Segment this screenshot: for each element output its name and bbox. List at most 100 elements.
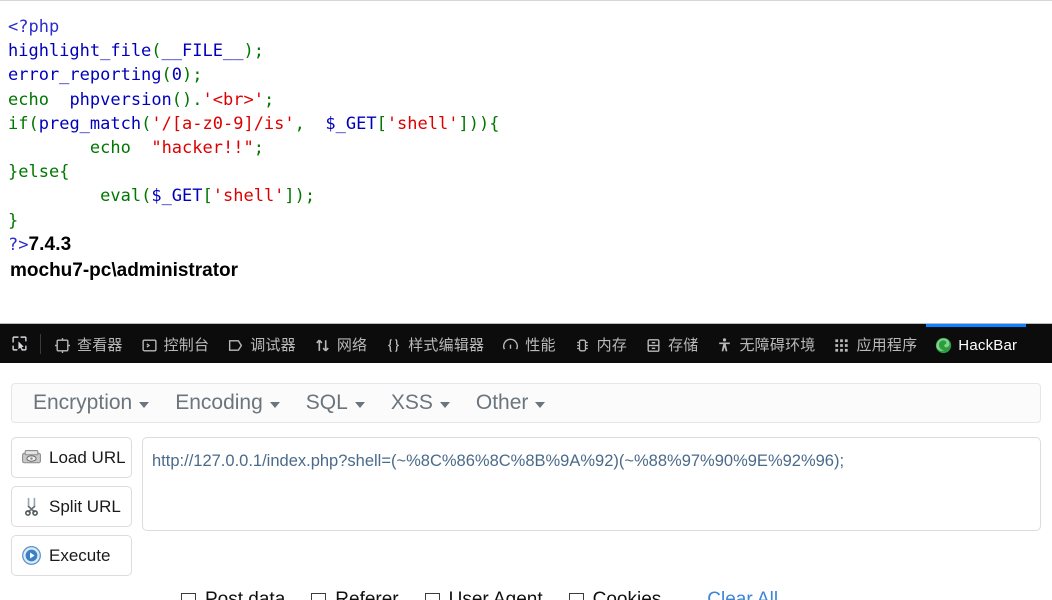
code-token: ; (192, 65, 203, 86)
chevron-down-icon (139, 401, 150, 408)
code-token: error_reporting (8, 65, 162, 86)
browser-window: <?php highlight_file(__FILE__); error_repo… (0, 0, 1052, 600)
code-token: { (59, 162, 70, 183)
menu-xss[interactable]: XSS (378, 387, 463, 419)
hackbar-menubar: Encryption Encoding SQL XSS Other (11, 383, 1041, 423)
code-token: ) (182, 65, 193, 86)
code-token: "hacker!!" (151, 137, 254, 158)
php-version-value: 7.4.3 (28, 233, 72, 255)
tab-network[interactable]: 网络 (305, 324, 376, 363)
code-token: highlight_file (8, 41, 152, 62)
split-url-button[interactable]: Split URL (11, 486, 132, 527)
php-version-line: ?>7.4.3 (8, 233, 1052, 257)
code-token: ; (253, 41, 264, 62)
menu-other[interactable]: Other (463, 387, 559, 419)
load-url-button[interactable]: Load URL (11, 437, 132, 478)
hackbar-body: Load URL Split URL Execute http://127.0.… (11, 437, 1041, 576)
code-token: '/[a-z0-9]/is' (151, 113, 295, 134)
code-line-1: <?php (8, 15, 1052, 39)
tab-performance[interactable]: 性能 (493, 324, 564, 363)
code-token: { (489, 113, 500, 134)
code-line-7: }else{ (8, 160, 1052, 184)
code-token: ; (253, 137, 264, 158)
code-token: $_GET (151, 186, 203, 207)
code-token: ] (284, 186, 295, 207)
code-token: ; (263, 89, 275, 110)
url-input[interactable]: http://127.0.0.1/index.php?shell=(~%8C%8… (142, 437, 1041, 531)
code-line-2: highlight_file(__FILE__); (8, 39, 1052, 63)
code-token: '<br>' (202, 89, 264, 110)
tab-label: 性能 (525, 336, 556, 354)
code-token: $_GET (325, 113, 377, 134)
code-token: 0 (171, 65, 183, 86)
button-label: Execute (49, 545, 111, 565)
chevron-down-icon (535, 401, 546, 408)
menu-sql[interactable]: SQL (293, 387, 378, 419)
checkbox-label: Post data (205, 589, 286, 600)
checkbox-referer[interactable]: Referer (311, 589, 399, 600)
button-label: Split URL (49, 496, 121, 516)
hackbar-firefox-icon (936, 337, 952, 353)
checkbox-post-data[interactable]: Post data (181, 589, 285, 600)
chevron-down-icon (269, 401, 280, 408)
toolbar-divider (40, 333, 41, 354)
code-token: . (192, 89, 203, 110)
php-close-tag: ?> (8, 234, 29, 255)
tab-console[interactable]: 控制台 (132, 324, 219, 363)
tab-label: 样式编辑器 (408, 336, 485, 354)
menu-encryption[interactable]: Encryption (20, 387, 162, 419)
code-token: ( (161, 65, 172, 86)
clear-all-link[interactable]: Clear All (707, 589, 778, 600)
button-label: Load URL (49, 447, 126, 467)
tab-application[interactable]: 应用程序 (824, 324, 926, 363)
tab-inspector[interactable]: 查看器 (45, 324, 132, 363)
tab-label: 存储 (668, 336, 699, 354)
checkbox-box[interactable] (311, 592, 327, 600)
code-token: echo (89, 137, 131, 158)
code-token: 'shell' (212, 186, 285, 207)
split-url-scissors-icon (25, 497, 38, 516)
checkbox-box[interactable] (568, 592, 584, 600)
code-token: ) (243, 41, 254, 62)
code-line-4: echo phpversion().'<br>'; (8, 88, 1052, 112)
hackbar-panel: Encryption Encoding SQL XSS Other Load U… (0, 363, 1052, 600)
tab-accessibility[interactable]: 无障碍环境 (707, 324, 824, 363)
tab-label: 内存 (596, 336, 628, 354)
element-picker-icon[interactable] (2, 326, 36, 362)
menu-label: Encryption (33, 391, 133, 414)
tab-hackbar[interactable]: HackBar (926, 324, 1027, 363)
menu-label: Encoding (175, 391, 263, 414)
code-line-3: error_reporting(0); (8, 63, 1052, 87)
tab-label: 查看器 (77, 336, 123, 354)
code-token: ( (141, 186, 152, 207)
code-token: <?php (8, 17, 60, 37)
code-token: ( (141, 113, 152, 134)
tab-memory[interactable]: 内存 (565, 324, 636, 363)
hackbar-action-buttons: Load URL Split URL Execute (11, 437, 132, 576)
code-token: eval (100, 186, 142, 207)
code-token: 'shell' (386, 113, 459, 134)
checkbox-box[interactable] (424, 592, 440, 600)
code-token: ; (304, 186, 316, 207)
tab-style-editor[interactable]: 样式编辑器 (376, 324, 493, 363)
tab-debugger[interactable]: 调试器 (218, 324, 305, 363)
menu-encoding[interactable]: Encoding (162, 387, 293, 419)
code-token: echo (8, 89, 49, 110)
code-token: phpversion (69, 89, 172, 110)
code-token: ] (458, 113, 469, 134)
checkbox-label: Cookies (592, 589, 662, 600)
checkbox-cookies[interactable]: Cookies (568, 589, 662, 600)
checkbox-box[interactable] (181, 592, 196, 600)
menu-label: XSS (390, 391, 433, 414)
tab-label: 控制台 (163, 336, 210, 354)
code-token: if (8, 113, 29, 134)
tab-storage[interactable]: 存储 (636, 324, 707, 363)
checkbox-user-agent[interactable]: User Agent (424, 589, 543, 600)
menu-label: Other (475, 391, 529, 414)
checkbox-label: User Agent (448, 589, 543, 600)
execute-button[interactable]: Execute (11, 535, 132, 576)
